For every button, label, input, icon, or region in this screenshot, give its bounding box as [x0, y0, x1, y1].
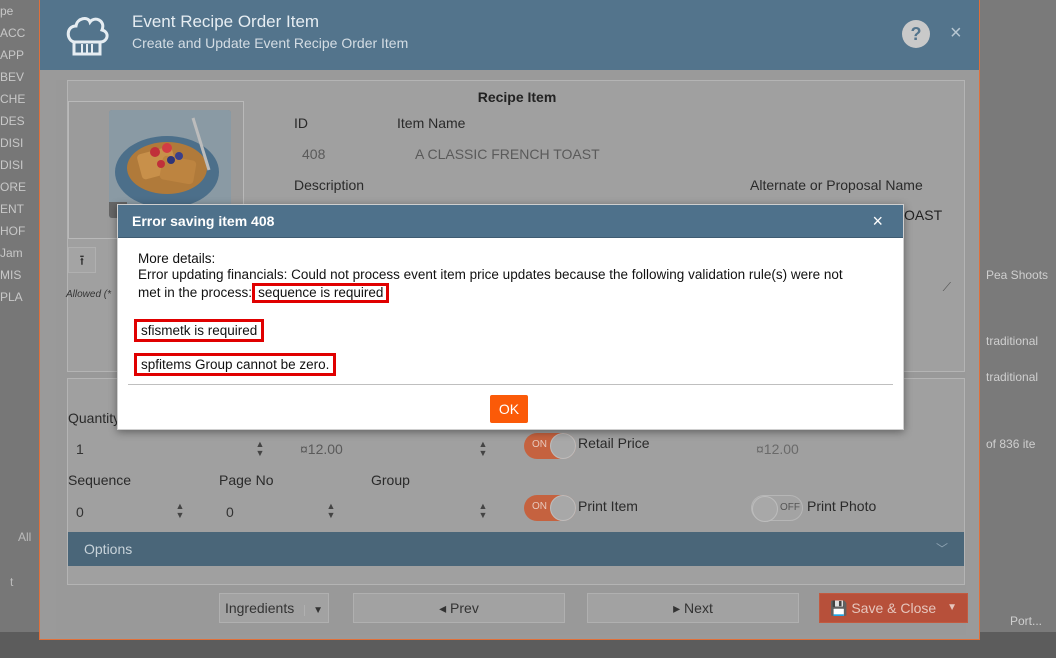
upload-photo-button[interactable]: ⭱ — [68, 247, 96, 273]
bg-list-item: PLA — [0, 290, 23, 304]
description-label: Description — [294, 177, 365, 193]
validation-rule-sfismetk: sfismetk is required — [134, 319, 265, 342]
modal-header: Event Recipe Order Item Create and Updat… — [40, 0, 979, 70]
french-toast-photo — [109, 110, 231, 218]
modal-title: Event Recipe Order Item — [132, 12, 320, 31]
bg-list-item: ACC — [0, 26, 26, 40]
group-stepper[interactable]: ▲ ▼ — [476, 502, 490, 520]
divider — [128, 384, 893, 385]
toggle-knob — [550, 495, 576, 521]
bg-list-item: APP — [0, 48, 25, 62]
ingredients-label: Ingredients — [224, 600, 295, 616]
bg-list-item: CHE — [0, 92, 26, 106]
bg-text: Port... — [1010, 614, 1043, 628]
bg-text: traditional — [986, 370, 1039, 384]
price-input[interactable]: ¤12.00 — [300, 441, 343, 457]
page-no-stepper[interactable]: ▲ ▼ — [324, 502, 338, 520]
bg-list-item: DES — [0, 114, 25, 128]
quantity-label: Quantity — [68, 410, 121, 426]
item-name-value: A CLASSIC FRENCH TOAST — [415, 146, 600, 162]
error-description-continued: met in the process: sequence is required — [138, 283, 888, 303]
allowed-file-types: Allowed (* — [66, 289, 112, 300]
options-accordion[interactable]: Options ﹀ — [68, 532, 964, 566]
options-label: Options — [84, 541, 133, 557]
food-image-icon — [109, 110, 231, 218]
toggle-on-text: ON — [532, 439, 547, 450]
close-icon[interactable]: × — [950, 22, 962, 45]
toggle-knob — [752, 496, 778, 522]
id-value: 408 — [302, 146, 326, 162]
group-label: Group — [371, 472, 410, 488]
bg-list-item: ENT — [0, 202, 24, 216]
save-close-button[interactable]: 💾 Save & Close ▼ — [819, 593, 968, 623]
retail-price-value: ¤12.00 — [756, 441, 799, 457]
price-stepper[interactable]: ▲ ▼ — [476, 440, 490, 458]
sequence-label: Sequence — [68, 472, 132, 488]
resize-handle-icon[interactable]: ⟋ — [943, 280, 951, 295]
background-right-column: Pea Shoots traditional traditional of 83… — [980, 0, 1056, 658]
bg-list-item: DISI — [0, 158, 24, 172]
next-button[interactable]: ▸ Next — [587, 593, 799, 623]
chevron-down-icon: ﹀ — [935, 542, 948, 556]
bg-tab-label: t — [10, 575, 14, 589]
retail-price-label: Retail Price — [578, 435, 650, 451]
validation-rule-group: spfitems Group cannot be zero. — [134, 353, 337, 376]
quantity-stepper[interactable]: ▲ ▼ — [253, 440, 267, 458]
bg-list-item: MIS — [0, 268, 22, 282]
retail-price-toggle[interactable]: ON — [524, 433, 576, 459]
id-label: ID — [294, 115, 308, 131]
dropdown-arrow-icon[interactable]: ▼ — [947, 594, 957, 622]
bg-list-item: HOF — [0, 224, 26, 238]
bg-list-item: Jam — [0, 246, 23, 260]
error-dialog-header: Error saving item 408 × — [118, 205, 903, 238]
bg-list-item: BEV — [0, 70, 25, 84]
modal-subtitle: Create and Update Event Recipe Order Ite… — [132, 35, 409, 51]
bg-list-item: ORE — [0, 180, 27, 194]
bg-text: Pea Shoots — [986, 268, 1049, 282]
error-description-prefix: met in the process: — [138, 285, 253, 300]
close-icon[interactable]: × — [872, 211, 883, 232]
bg-list-item: DISI — [0, 136, 24, 150]
toggle-off-text: OFF — [780, 502, 800, 513]
ingredients-button[interactable]: Ingredients ▼ — [219, 593, 329, 623]
ok-button[interactable]: OK — [490, 395, 528, 423]
error-details-heading: More details: — [138, 251, 216, 266]
save-close-label: Save & Close — [851, 600, 937, 616]
bg-tab-all: All — [18, 530, 32, 544]
bg-text: traditional — [986, 334, 1039, 348]
alternate-name-label: Alternate or Proposal Name — [750, 177, 923, 193]
print-photo-label: Print Photo — [807, 498, 877, 514]
error-description: Error updating financials: Could not pro… — [138, 267, 843, 282]
sequence-input[interactable]: 0 — [76, 504, 84, 520]
help-icon[interactable]: ? — [902, 20, 930, 48]
quantity-input[interactable]: 1 — [76, 441, 84, 457]
chef-hat-icon — [66, 17, 109, 56]
sequence-stepper[interactable]: ▲ ▼ — [173, 502, 187, 520]
background-category-list: pe ACC APP BEV CHE DES DISI DISI ORE ENT… — [0, 0, 40, 658]
prev-button[interactable]: ◂ Prev — [353, 593, 565, 623]
error-message: More details: Error updating financials:… — [138, 251, 888, 303]
page-no-label: Page No — [219, 472, 274, 488]
print-item-toggle[interactable]: ON — [524, 495, 576, 521]
bg-list-item: pe — [0, 4, 14, 18]
error-dialog: Error saving item 408 × More details: Er… — [117, 204, 904, 430]
print-photo-toggle[interactable]: OFF — [751, 495, 803, 522]
item-name-label: Item Name — [397, 115, 466, 131]
error-dialog-title: Error saving item 408 — [132, 213, 275, 229]
toggle-knob — [550, 433, 576, 459]
save-icon: 💾 — [830, 600, 848, 616]
print-item-label: Print Item — [578, 498, 638, 514]
bg-text: of 836 ite — [986, 437, 1036, 451]
dropdown-arrow-icon[interactable]: ▼ — [304, 605, 324, 616]
page-no-input[interactable]: 0 — [226, 504, 234, 520]
validation-rule-sequence: sequence is required — [252, 283, 390, 303]
toggle-on-text: ON — [532, 501, 547, 512]
